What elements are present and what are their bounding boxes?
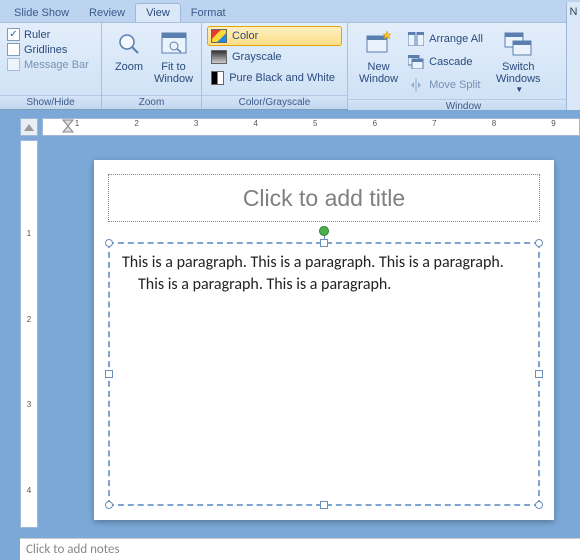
color-label: Color: [232, 30, 258, 42]
ribbon: ✓ Ruler Gridlines Message Bar Show/Hide: [0, 22, 580, 110]
resize-handle-se[interactable]: [535, 501, 543, 509]
pure-bw-button[interactable]: Pure Black and White: [207, 68, 342, 88]
new-window-button[interactable]: New Window: [353, 26, 404, 87]
switch-windows-icon: [502, 28, 534, 60]
grayscale-label: Grayscale: [232, 51, 282, 63]
group-color-grayscale: Color Grayscale Pure Black and White Col…: [202, 23, 348, 109]
fit-label: Fit to Window: [154, 61, 193, 85]
notes-pane[interactable]: Click to add notes: [20, 538, 580, 560]
tab-view[interactable]: View: [135, 3, 181, 22]
ruler-corner: [20, 118, 38, 136]
fit-to-window-button[interactable]: Fit to Window: [151, 26, 196, 87]
new-window-label: New Window: [359, 61, 398, 85]
ruler-label: Ruler: [24, 29, 50, 41]
grayscale-swatch-icon: [211, 50, 227, 64]
cascade-label: Cascade: [429, 56, 472, 68]
group-label-show-hide: Show/Hide: [0, 95, 101, 109]
title-text: Click to add title: [243, 185, 405, 212]
switch-windows-button[interactable]: Switch Windows ▼: [490, 26, 547, 96]
cascade-button[interactable]: Cascade: [404, 51, 490, 73]
bw-swatch-icon: [211, 71, 224, 85]
slide-canvas[interactable]: Click to add title This is a paragraph. …: [94, 160, 554, 520]
group-show-hide: ✓ Ruler Gridlines Message Bar Show/Hide: [0, 23, 102, 109]
move-split-label: Move Split: [429, 79, 480, 91]
gridlines-label: Gridlines: [24, 44, 67, 56]
slide-workarea: 123456789 1234 Click to add title This i…: [0, 110, 580, 560]
resize-handle-ne[interactable]: [535, 239, 543, 247]
rotation-handle[interactable]: [319, 226, 329, 236]
horizontal-ruler[interactable]: 123456789: [42, 118, 580, 136]
chevron-down-icon: ▼: [515, 85, 523, 94]
resize-handle-n[interactable]: [320, 239, 328, 247]
zoom-button[interactable]: Zoom: [107, 26, 151, 75]
fit-window-icon: [158, 28, 190, 60]
checkbox-ruler[interactable]: ✓ Ruler: [7, 28, 89, 41]
arrange-all-button[interactable]: Arrange All: [404, 28, 490, 50]
resize-handle-s[interactable]: [320, 501, 328, 509]
group-label-zoom: Zoom: [102, 95, 201, 109]
content-placeholder[interactable]: This is a paragraph. This is a paragraph…: [108, 242, 540, 506]
zoom-label: Zoom: [115, 61, 143, 73]
arrange-label: Arrange All: [429, 33, 483, 45]
check-icon: [7, 58, 20, 71]
switch-label: Switch Windows: [496, 61, 541, 85]
checkbox-message-bar[interactable]: Message Bar: [7, 58, 89, 71]
resize-handle-e[interactable]: [535, 370, 543, 378]
cascade-icon: [408, 54, 424, 70]
move-split-button[interactable]: Move Split: [404, 74, 490, 96]
resize-handle-nw[interactable]: [105, 239, 113, 247]
new-window-icon: [363, 28, 395, 60]
body-text: This is a paragraph. This is a paragraph…: [122, 252, 526, 295]
purebw-label: Pure Black and White: [229, 72, 335, 84]
resize-handle-w[interactable]: [105, 370, 113, 378]
grayscale-button[interactable]: Grayscale: [207, 47, 342, 67]
title-placeholder[interactable]: Click to add title: [108, 174, 540, 222]
color-button[interactable]: Color: [207, 26, 342, 46]
arrange-icon: [408, 31, 424, 47]
group-window: New Window Arrange All Cascade Move Spli…: [348, 23, 580, 109]
magnifier-icon: [113, 28, 145, 60]
tab-slide-show[interactable]: Slide Show: [4, 4, 79, 22]
tab-format[interactable]: Format: [181, 4, 236, 22]
resize-handle-sw[interactable]: [105, 501, 113, 509]
color-swatch-icon: [211, 29, 227, 43]
checkbox-gridlines[interactable]: Gridlines: [7, 43, 89, 56]
check-icon: ✓: [7, 28, 20, 41]
move-split-icon: [408, 77, 424, 93]
notes-placeholder: Click to add notes: [26, 542, 120, 557]
ribbon-tabs: Slide Show Review View Format: [0, 0, 580, 22]
check-icon: [7, 43, 20, 56]
messagebar-label: Message Bar: [24, 59, 89, 71]
indent-marker-icon[interactable]: [62, 119, 74, 136]
group-label-colorgray: Color/Grayscale: [202, 95, 347, 109]
group-zoom: Zoom Fit to Window Zoom: [102, 23, 202, 109]
vertical-ruler[interactable]: 1234: [20, 140, 38, 528]
tab-review[interactable]: Review: [79, 4, 135, 22]
